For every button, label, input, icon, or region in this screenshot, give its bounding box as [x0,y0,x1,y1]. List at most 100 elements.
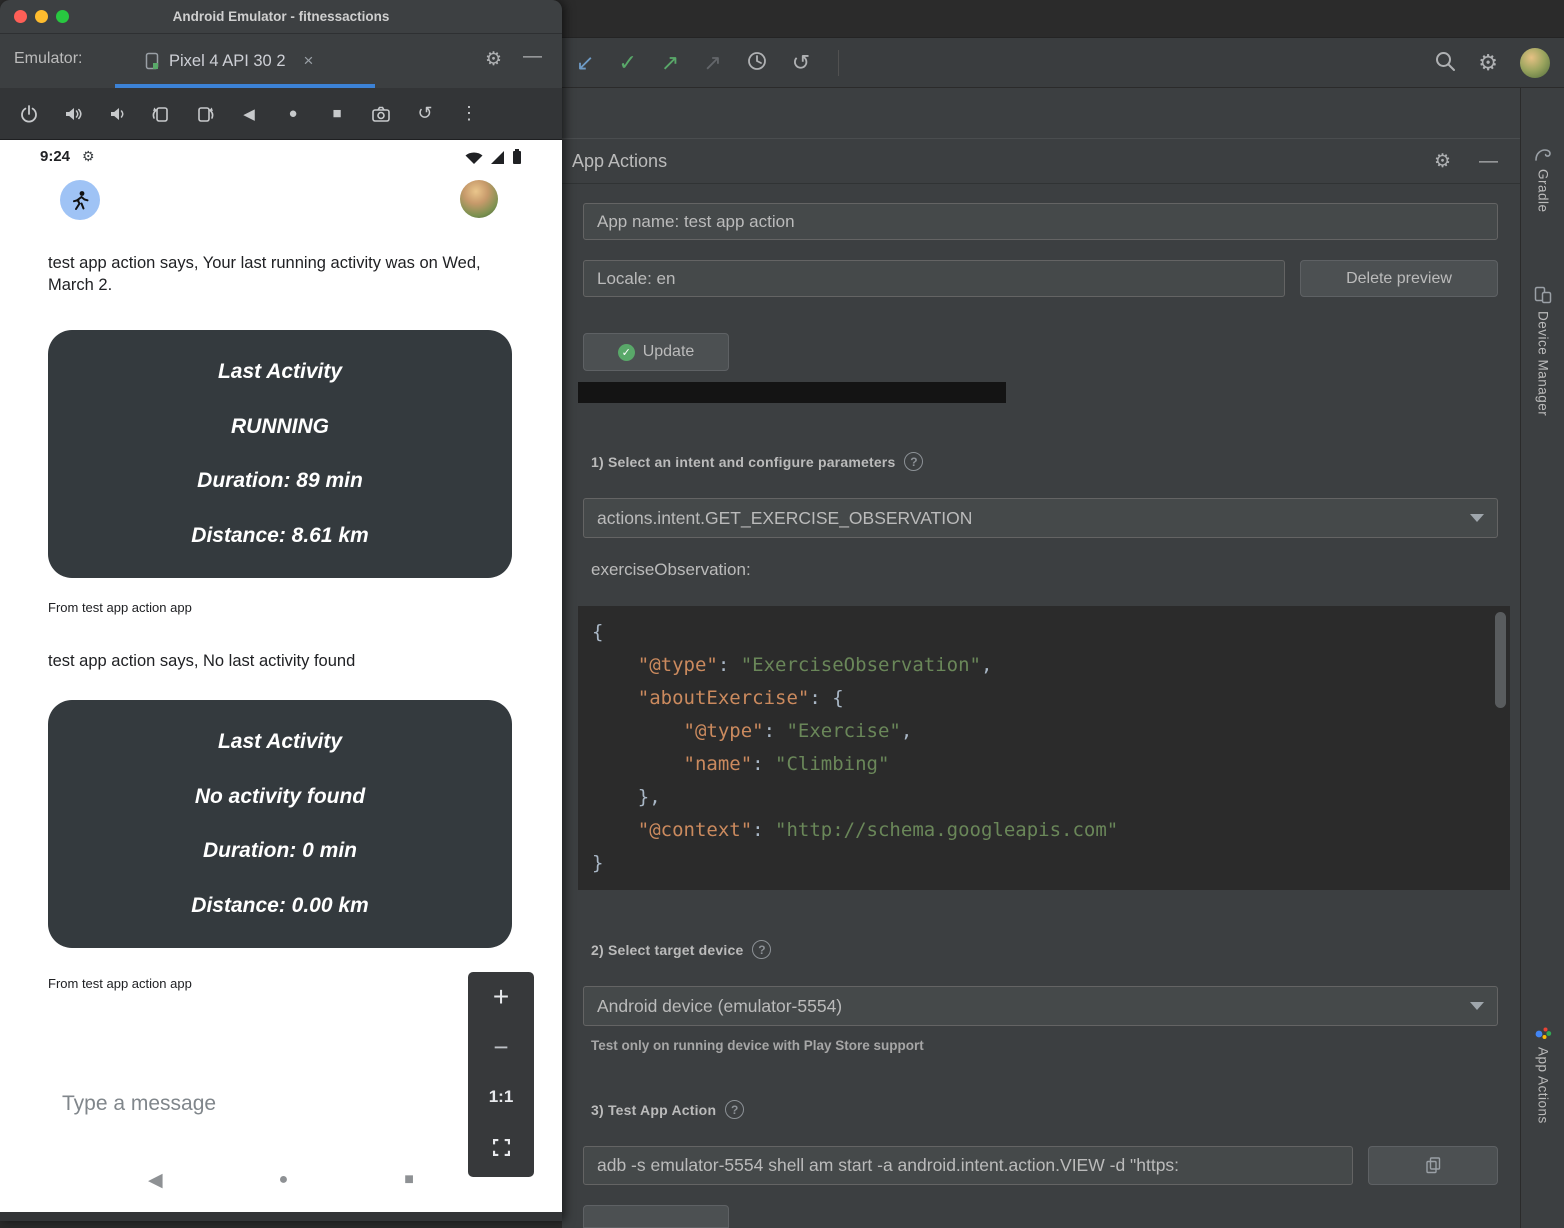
undo-icon[interactable]: ↺ [792,52,810,74]
volume-down-icon[interactable] [100,97,134,131]
device-dropdown[interactable]: Android device (emulator-5554) [583,986,1498,1026]
close-icon[interactable]: × [304,51,314,71]
zoom-in-button[interactable]: + [468,972,534,1022]
section-device-label: 2) Select target device [591,942,743,958]
app-actions-panel-header: App Actions ⚙ — [562,138,1520,184]
json-parameter-editor[interactable]: { "@type": "ExerciseObservation", "about… [578,606,1510,890]
locale-field[interactable]: Locale: en [583,260,1285,297]
app-actions-icon [1534,1026,1552,1040]
chevron-down-icon [1470,514,1484,522]
card-line: Distance: 0.00 km [58,894,502,918]
card-line: Distance: 8.61 km [58,524,502,548]
sidebar-item-label: Gradle [1536,169,1551,213]
emulator-screen: 9:24 ⚙ [0,140,562,1212]
user-profile-avatar[interactable] [460,180,498,218]
nav-home-icon[interactable]: ● [279,1171,289,1189]
rotate-right-icon[interactable] [188,97,222,131]
disabled-arrow-icon: ↗ [703,52,721,74]
card-caption: From test app action app [48,976,192,991]
chevron-down-icon [1470,1002,1484,1010]
device-tab-icon [145,52,159,70]
commit-check-icon[interactable]: ✓ [618,52,636,74]
overview-icon[interactable]: ■ [320,97,354,131]
card-caption: From test app action app [48,600,192,615]
device-dropdown-value: Android device (emulator-5554) [597,996,842,1017]
device-status-bar: 9:24 ⚙ [0,146,562,172]
android-studio-window: ↙ ✓ ↗ ↗ ↺ ⚙ App Actions [562,0,1564,1228]
toolbar-separator [838,50,839,76]
json-code: { "@type": "ExerciseObservation", "about… [592,616,1510,880]
chat-message: test app action says, Your last running … [48,252,496,296]
assistant-avatar [60,180,100,220]
delete-preview-button[interactable]: Delete preview [1300,260,1498,297]
tab-pixel-4[interactable]: Pixel 4 API 30 2 × [115,34,375,88]
parameter-label: exerciseObservation: [591,560,751,580]
studio-main-toolbar: ↙ ✓ ↗ ↗ ↺ ⚙ [562,38,1564,88]
run-to-cursor-icon[interactable]: ↙ [576,52,594,74]
update-label: Update [643,343,695,361]
camera-icon[interactable] [364,97,398,131]
section-test: 3) Test App Action ? [591,1100,744,1119]
nav-back-icon[interactable]: ◀ [148,1169,163,1192]
message-input[interactable]: Type a message [62,1092,216,1116]
card-title: Last Activity [58,730,502,754]
section-intent-label: 1) Select an intent and configure parame… [591,454,895,470]
app-name-field[interactable]: App name: test app action [583,203,1498,240]
sidebar-item-gradle[interactable]: Gradle [1521,148,1564,213]
activity-card: Last Activity No activity found Duration… [48,700,512,948]
help-icon[interactable]: ? [725,1100,744,1119]
search-icon[interactable] [1434,50,1456,76]
device-hint-text: Test only on running device with Play St… [591,1038,924,1053]
update-button[interactable]: ✓ Update [583,333,729,371]
update-check-icon: ✓ [618,344,635,361]
zoom-ratio-button[interactable]: 1:1 [468,1072,534,1122]
status-time: 9:24 [40,148,70,165]
chat-message: test app action says, No last activity f… [48,650,496,672]
card-line: RUNNING [58,415,502,439]
adb-command-field[interactable]: adb -s emulator-5554 shell am start -a a… [583,1146,1353,1185]
emulator-minimize-icon[interactable]: — [523,46,542,68]
runner-icon [69,189,91,211]
back-icon[interactable]: ◀ [232,97,266,131]
volume-up-icon[interactable] [56,97,90,131]
device-manager-icon [1534,286,1552,304]
help-icon[interactable]: ? [904,452,923,471]
settings-gear-icon[interactable]: ⚙ [1478,52,1498,74]
power-icon[interactable] [12,97,46,131]
editor-scrollbar[interactable] [1495,612,1506,708]
section-test-label: 3) Test App Action [591,1102,716,1118]
section-device: 2) Select target device ? [591,940,771,959]
panel-minimize-icon[interactable]: — [1479,152,1498,171]
nav-overview-icon[interactable]: ■ [404,1171,414,1189]
zoom-controls: + − 1:1 [468,972,534,1177]
copy-icon [1426,1157,1441,1174]
help-icon[interactable]: ? [752,940,771,959]
tab-title: Pixel 4 API 30 2 [169,52,286,71]
tool-window-strip: Gradle Device Manager App Actions [1520,88,1564,1228]
emulator-label: Emulator: [14,50,82,68]
panel-gear-icon[interactable]: ⚙ [1434,152,1451,171]
emulator-window: Android Emulator - fitnessactions Emulat… [0,0,562,1221]
run-app-action-button-partial[interactable] [583,1205,729,1228]
intent-dropdown-value: actions.intent.GET_EXERCISE_OBSERVATION [597,508,972,529]
push-arrow-icon[interactable]: ↗ [661,52,679,74]
studio-title-strip [562,0,1564,38]
snapshot-icon[interactable]: ↺ [408,97,442,131]
home-icon[interactable]: ● [276,97,310,131]
sidebar-item-device-manager[interactable]: Device Manager [1521,286,1564,416]
activity-card: Last Activity RUNNING Duration: 89 min D… [48,330,512,578]
more-icon[interactable]: ⋮ [452,97,486,131]
emulator-settings-gear-icon[interactable]: ⚙ [485,48,502,71]
device-nav-bar: ◀ ● ■ [0,1148,562,1212]
rotate-left-icon[interactable] [144,97,178,131]
status-gear-icon: ⚙ [82,148,95,165]
sidebar-item-app-actions[interactable]: App Actions [1521,1026,1564,1124]
zoom-out-button[interactable]: − [468,1022,534,1072]
card-title: Last Activity [58,360,502,384]
gradle-icon [1534,148,1552,162]
redacted-status-text [578,382,1006,403]
user-avatar[interactable] [1520,48,1550,78]
copy-command-button[interactable] [1368,1146,1498,1185]
history-clock-icon[interactable] [746,50,768,76]
intent-dropdown[interactable]: actions.intent.GET_EXERCISE_OBSERVATION [583,498,1498,538]
